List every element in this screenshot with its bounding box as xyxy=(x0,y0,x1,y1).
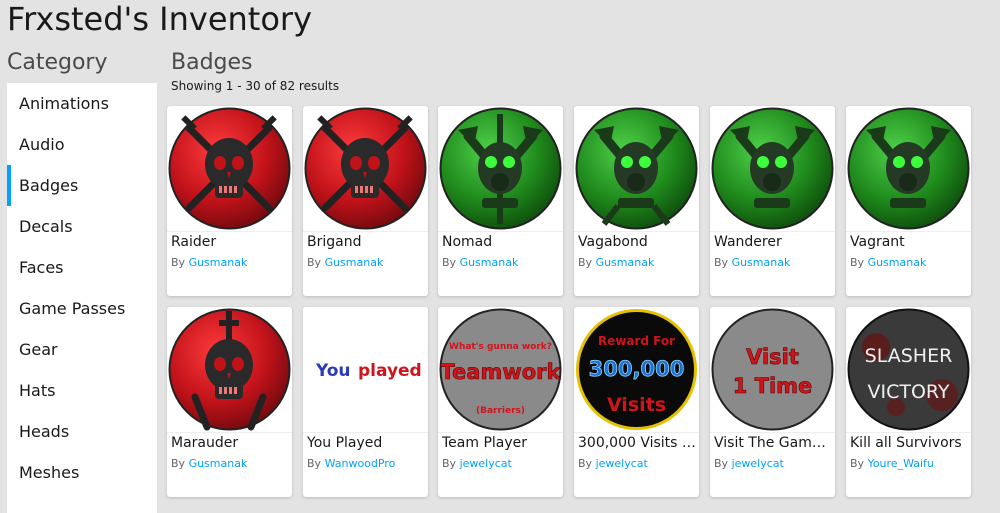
badge-creator-line: By Youre_Waifu xyxy=(850,457,934,470)
badge-name[interactable]: You Played xyxy=(307,435,426,451)
svg-text:Visit: Visit xyxy=(746,345,799,369)
badge-name[interactable]: Marauder xyxy=(171,435,290,451)
creator-link[interactable]: jewelycat xyxy=(460,457,512,470)
sidebar-item-decals[interactable]: Decals xyxy=(7,206,157,247)
sidebar-item-animations[interactable]: Animations xyxy=(7,83,157,124)
creator-link[interactable]: Gusmanak xyxy=(189,457,248,470)
red-skull-crossed-rifles-icon xyxy=(304,107,427,230)
creator-link[interactable]: Gusmanak xyxy=(868,256,927,269)
badge-creator-line: By Gusmanak xyxy=(171,457,248,470)
svg-text:You: You xyxy=(315,361,351,381)
category-heading: Category xyxy=(7,50,108,75)
creator-link[interactable]: Youre_Waifu xyxy=(868,457,934,470)
badge-name[interactable]: 300,000 Visits Re... xyxy=(578,435,697,451)
sidebar-item-heads[interactable]: Heads xyxy=(7,411,157,452)
svg-text:What's gunna work?: What's gunna work? xyxy=(449,342,552,352)
page-title: Frxsted's Inventory xyxy=(7,0,313,38)
badge-name[interactable]: Visit The Game O... xyxy=(714,435,833,451)
badge-creator-line: By Gusmanak xyxy=(850,256,927,269)
badge-creator-line: By Gusmanak xyxy=(714,256,791,269)
badge-card[interactable]: Marauder By Gusmanak xyxy=(167,307,292,497)
green-gasmask-axes-icon xyxy=(847,107,970,230)
creator-link[interactable]: Gusmanak xyxy=(189,256,248,269)
badge-card[interactable]: Visit 1 Time Visit The Game O... By jewe… xyxy=(710,307,835,497)
svg-text:VICTORY: VICTORY xyxy=(867,381,949,403)
teamwork-badge-image: What's gunna work? Teamwork (Barriers) xyxy=(439,308,562,431)
visits-reward-badge-image: Reward For 300,000 Visits xyxy=(576,309,697,430)
badge-creator-line: By Gusmanak xyxy=(307,256,384,269)
visit-one-time-badge-image: Visit 1 Time xyxy=(711,308,834,431)
sidebar-item-audio[interactable]: Audio xyxy=(7,124,157,165)
creator-link[interactable]: Gusmanak xyxy=(460,256,519,269)
svg-text:SLASHER: SLASHER xyxy=(865,345,953,367)
svg-text:Visits: Visits xyxy=(607,394,666,416)
green-gasmask-axes-icon xyxy=(711,107,834,230)
svg-text:1 Time: 1 Time xyxy=(733,374,813,398)
category-sidebar: Animations Audio Badges Decals Faces Gam… xyxy=(7,83,157,513)
red-skull-knives-icon xyxy=(168,308,291,431)
green-gasmask-axes-icon xyxy=(575,107,698,230)
badge-card[interactable]: You played You Played By WanwoodPro xyxy=(303,307,428,497)
svg-text:played: played xyxy=(358,361,422,381)
badge-creator-line: By jewelycat xyxy=(442,457,512,470)
creator-link[interactable]: Gusmanak xyxy=(325,256,384,269)
badge-name[interactable]: Wanderer xyxy=(714,234,833,250)
creator-link[interactable]: WanwoodPro xyxy=(325,457,396,470)
badge-card[interactable]: Raider By Gusmanak xyxy=(167,106,292,296)
badge-name[interactable]: Brigand xyxy=(307,234,426,250)
sidebar-item-faces[interactable]: Faces xyxy=(7,247,157,288)
slasher-victory-badge-image: SLASHER VICTORY xyxy=(847,308,970,431)
badge-card[interactable]: Brigand By Gusmanak xyxy=(303,106,428,296)
red-skull-crossed-rifles-icon xyxy=(168,107,291,230)
badge-card[interactable]: What's gunna work? Teamwork (Barriers) T… xyxy=(438,307,563,497)
sidebar-item-hats[interactable]: Hats xyxy=(7,370,157,411)
badge-creator-line: By jewelycat xyxy=(714,457,784,470)
svg-text:(Barriers): (Barriers) xyxy=(476,406,525,416)
results-count: Showing 1 - 30 of 82 results xyxy=(171,79,340,93)
section-title: Badges xyxy=(171,50,253,75)
creator-link[interactable]: Gusmanak xyxy=(732,256,791,269)
badge-card[interactable]: Nomad By Gusmanak xyxy=(438,106,563,296)
sidebar-item-badges[interactable]: Badges xyxy=(7,165,157,206)
badge-name[interactable]: Kill all Survivors xyxy=(850,435,969,451)
badge-creator-line: By jewelycat xyxy=(578,457,648,470)
badge-name[interactable]: Vagrant xyxy=(850,234,969,250)
badge-name[interactable]: Team Player xyxy=(442,435,561,451)
sidebar-item-meshes[interactable]: Meshes xyxy=(7,452,157,493)
badge-creator-line: By Gusmanak xyxy=(578,256,655,269)
badge-name[interactable]: Raider xyxy=(171,234,290,250)
svg-text:300,000: 300,000 xyxy=(589,357,685,381)
green-gasmask-axes-icon xyxy=(439,107,562,230)
badge-card[interactable]: Vagabond By Gusmanak xyxy=(574,106,699,296)
badge-creator-line: By Gusmanak xyxy=(442,256,519,269)
you-played-text-image: You played xyxy=(303,307,428,432)
sidebar-item-gear[interactable]: Gear xyxy=(7,329,157,370)
badge-card[interactable]: Vagrant By Gusmanak xyxy=(846,106,971,296)
badge-creator-line: By Gusmanak xyxy=(171,256,248,269)
svg-text:Teamwork: Teamwork xyxy=(441,360,562,384)
badge-card[interactable]: Wanderer By Gusmanak xyxy=(710,106,835,296)
badge-name[interactable]: Vagabond xyxy=(578,234,697,250)
svg-text:Reward For: Reward For xyxy=(598,334,675,348)
creator-link[interactable]: Gusmanak xyxy=(596,256,655,269)
badge-card[interactable]: SLASHER VICTORY Kill all Survivors By Yo… xyxy=(846,307,971,497)
creator-link[interactable]: jewelycat xyxy=(596,457,648,470)
badge-name[interactable]: Nomad xyxy=(442,234,561,250)
badge-creator-line: By WanwoodPro xyxy=(307,457,396,470)
sidebar-item-game-passes[interactable]: Game Passes xyxy=(7,288,157,329)
creator-link[interactable]: jewelycat xyxy=(732,457,784,470)
badge-card[interactable]: Reward For 300,000 Visits 300,000 Visits… xyxy=(574,307,699,497)
